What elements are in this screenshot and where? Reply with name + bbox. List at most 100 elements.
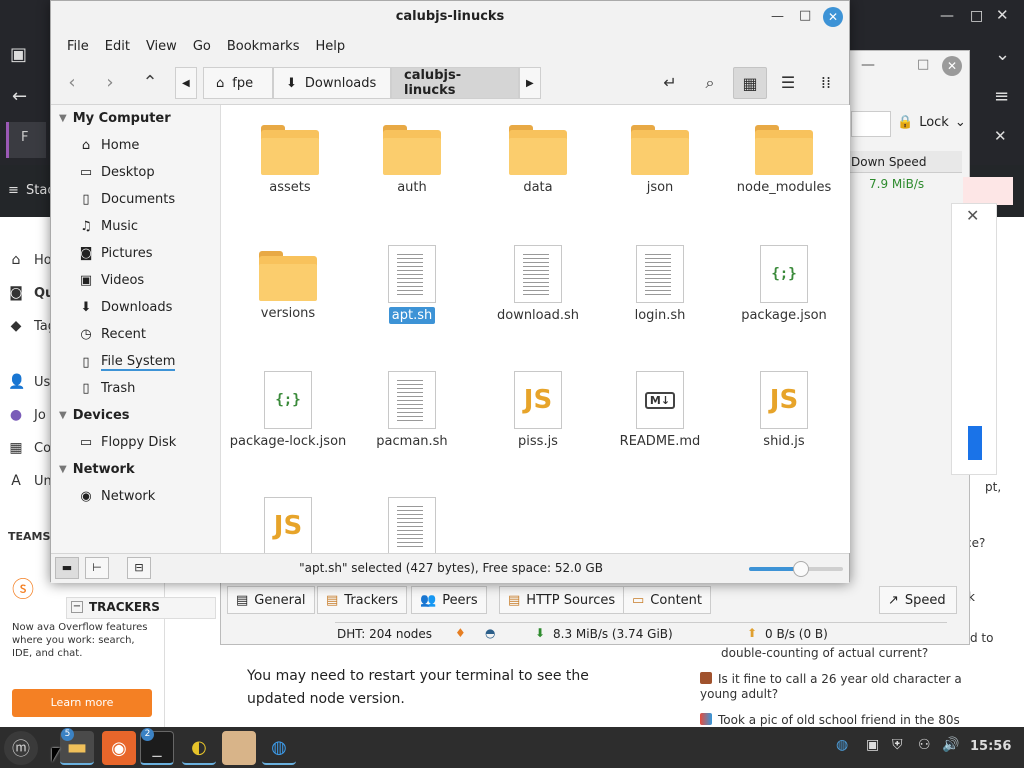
- file-item[interactable]: {;} package-lock.json: [226, 371, 350, 450]
- menu-view[interactable]: View: [138, 33, 185, 61]
- toggle-location-icon[interactable]: ↵: [653, 67, 687, 99]
- volume-icon[interactable]: 🔊: [942, 737, 959, 753]
- filter-input[interactable]: [851, 111, 891, 137]
- nav-tags[interactable]: ◆ Tag: [8, 318, 56, 334]
- breadcrumb-fpe[interactable]: ⌂ fpe: [203, 67, 273, 99]
- hot-question-link[interactable]: Is it fine to call a 26 year old charact…: [700, 672, 985, 702]
- speed-button[interactable]: ↗ Speed: [879, 586, 957, 614]
- file-item[interactable]: login.sh: [598, 245, 722, 324]
- chevron-down-icon[interactable]: ⌄: [995, 44, 1010, 65]
- icon-view-icon[interactable]: ▦: [733, 67, 767, 99]
- tab-trackers[interactable]: ▤ Trackers: [317, 586, 407, 614]
- sidebar-item-home[interactable]: ⌂ Home: [79, 138, 140, 153]
- hide-sidebar-icon[interactable]: ⊟: [127, 557, 151, 579]
- file-item[interactable]: pacman.sh: [350, 371, 474, 450]
- hot-question-link[interactable]: double-counting of actual current?: [721, 646, 1006, 661]
- speed-limit-icon[interactable]: ◓: [485, 626, 495, 640]
- nav-unanswered[interactable]: A Un: [8, 473, 52, 489]
- sidebar-item-videos[interactable]: ▣ Videos: [79, 273, 144, 288]
- close-icon[interactable]: ✕: [942, 56, 962, 76]
- browser-tray-icon[interactable]: ◍: [836, 737, 848, 753]
- tab-general[interactable]: ▤ General: [227, 586, 315, 614]
- menu-icon[interactable]: ≡: [994, 86, 1009, 107]
- sidebar-item-file-system[interactable]: ▯ File System: [79, 354, 176, 371]
- nav-questions[interactable]: ◙ Qu: [8, 285, 54, 301]
- file-item[interactable]: download.sh: [476, 245, 600, 324]
- archive-icon[interactable]: [222, 731, 256, 765]
- up-icon[interactable]: ⌃: [135, 69, 165, 97]
- file-item[interactable]: [350, 497, 474, 553]
- file-item-folder[interactable]: versions: [226, 251, 350, 322]
- sidebar-item-downloads[interactable]: ⬇ Downloads: [79, 300, 173, 315]
- clipboard-icon[interactable]: ▣: [866, 737, 879, 753]
- sidebar-item-documents[interactable]: ▯ Documents: [79, 192, 175, 207]
- file-item-folder[interactable]: node_modules: [722, 125, 846, 196]
- show-tree-icon[interactable]: ⊢: [85, 557, 109, 579]
- zoom-slider[interactable]: [749, 561, 843, 577]
- close-tab-icon[interactable]: ✕: [994, 127, 1007, 145]
- sidebar-item-desktop[interactable]: ▭ Desktop: [79, 165, 155, 180]
- sidebar-item-floppy-disk[interactable]: ▭ Floppy Disk: [79, 435, 176, 450]
- breadcrumb-left-arrow[interactable]: ◀: [175, 67, 197, 99]
- menu-bookmarks[interactable]: Bookmarks: [219, 33, 308, 61]
- maximize-icon[interactable]: □: [970, 8, 983, 24]
- nav-companies[interactable]: ▦ Co: [8, 440, 51, 456]
- dialog-button[interactable]: [968, 426, 982, 460]
- minimize-icon[interactable]: —: [940, 8, 954, 24]
- hamburger-icon[interactable]: ≡: [8, 183, 19, 198]
- clock[interactable]: 15:56: [970, 739, 1011, 754]
- edge-browser-icon[interactable]: ◍: [262, 731, 296, 765]
- sidebar-section-devices[interactable]: ▼ Devices: [59, 408, 130, 423]
- tab-http-sources[interactable]: ▤ HTTP Sources: [499, 586, 625, 614]
- file-item[interactable]: M↓ README.md: [598, 371, 722, 450]
- mint-menu-icon[interactable]: ⓜ: [4, 731, 38, 765]
- file-item-folder[interactable]: auth: [350, 125, 474, 196]
- minimize-icon[interactable]: —: [861, 57, 875, 73]
- menu-edit[interactable]: Edit: [97, 33, 138, 61]
- show-places-icon[interactable]: ▬: [55, 557, 79, 579]
- menu-help[interactable]: Help: [307, 33, 353, 61]
- browser-tab[interactable]: F: [6, 122, 46, 158]
- sidebar-item-pictures[interactable]: ◙ Pictures: [79, 246, 153, 261]
- nav-jobs[interactable]: ● Jo: [8, 407, 46, 423]
- breadcrumb-current[interactable]: calubjs-linucks: [391, 67, 519, 99]
- sidebar-section-my-computer[interactable]: ▼ My Computer: [59, 111, 171, 126]
- breadcrumb-right-arrow[interactable]: ▶: [519, 67, 541, 99]
- file-item[interactable]: JS shid.js: [722, 371, 846, 450]
- close-icon[interactable]: ✕: [996, 6, 1009, 24]
- file-item-folder[interactable]: data: [476, 125, 600, 196]
- menu-file[interactable]: File: [59, 33, 97, 61]
- compact-view-icon[interactable]: ⁞⁞: [809, 67, 843, 99]
- sidebar-item-music[interactable]: ♫ Music: [79, 219, 138, 234]
- sidebar-section-network[interactable]: ▼ Network: [59, 462, 135, 477]
- sidebar-item-recent[interactable]: ◷ Recent: [79, 327, 146, 342]
- torrent-app-icon[interactable]: ◐: [182, 731, 216, 765]
- minimize-icon[interactable]: —: [771, 9, 784, 24]
- tab-peers[interactable]: 👥 Peers: [411, 586, 487, 614]
- search-icon[interactable]: ⌕: [693, 67, 727, 99]
- back-arrow-icon[interactable]: ←: [12, 86, 27, 107]
- maximize-icon[interactable]: □: [917, 57, 929, 72]
- list-view-icon[interactable]: ☰: [771, 67, 805, 99]
- menu-go[interactable]: Go: [185, 33, 219, 61]
- file-item-folder[interactable]: assets: [228, 125, 352, 196]
- back-icon[interactable]: ‹: [57, 69, 87, 97]
- forward-icon[interactable]: ›: [95, 69, 125, 97]
- file-item[interactable]: JS: [226, 497, 350, 553]
- file-item-selected[interactable]: apt.sh: [350, 245, 474, 324]
- lock-button[interactable]: 🔒 Lock ⌄: [897, 115, 966, 130]
- maximize-icon[interactable]: □: [799, 8, 811, 23]
- file-item[interactable]: JS piss.js: [476, 371, 600, 450]
- close-icon[interactable]: ✕: [823, 7, 843, 27]
- firefox-icon[interactable]: ◉: [102, 731, 136, 765]
- close-icon[interactable]: ✕: [966, 206, 979, 225]
- file-item[interactable]: {;} package.json: [722, 245, 846, 324]
- down-speed-column-header[interactable]: Down Speed: [849, 151, 962, 173]
- network-icon[interactable]: ⚇: [918, 737, 931, 753]
- sidebar-item-network[interactable]: ◉ Network: [79, 489, 155, 504]
- trackers-section[interactable]: − TRACKERS: [66, 597, 216, 619]
- zoom-handle[interactable]: [792, 561, 809, 577]
- file-item-folder[interactable]: json: [598, 125, 722, 196]
- breadcrumb-downloads[interactable]: ⬇ Downloads: [273, 67, 391, 99]
- tab-content[interactable]: ▭ Content: [623, 586, 711, 614]
